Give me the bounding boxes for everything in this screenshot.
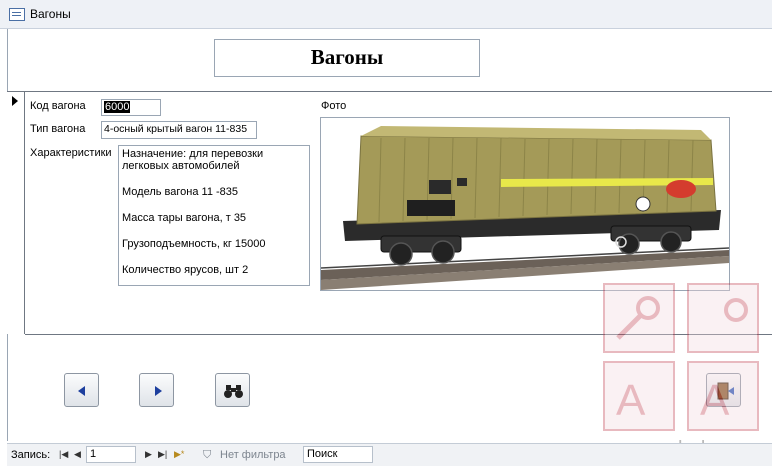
new-record-icon[interactable]: ▶* [174, 449, 184, 460]
title-bar: Вагоны [0, 0, 772, 29]
specs-field[interactable]: Назначение: для перевозки легковых автом… [118, 145, 310, 286]
funnel-icon: ⛉ [203, 449, 212, 461]
railway-covered-wagon-image [321, 126, 729, 290]
previous-record-button[interactable] [64, 373, 99, 407]
triangle-right-icon [155, 386, 162, 396]
specs-line: Количество ярусов, шт 2 [122, 264, 249, 276]
next-record-button[interactable] [139, 373, 174, 407]
wagon-photo [320, 117, 730, 291]
next-record-icon[interactable]: ▶ [145, 449, 152, 460]
code-label: Код вагона [30, 100, 86, 112]
photo-label: Фото [321, 100, 347, 112]
specs-line: Масса тары вагона, т 35 [122, 212, 247, 224]
svg-text:A: A [700, 376, 730, 425]
specs-line: легковых автомобилей [122, 160, 240, 172]
specs-line: Модель вагона 11 -835 [122, 186, 239, 198]
record-navigation-bar: Запись: |◀ ◀ 1 ▶ ▶| ▶* ⛉ Нет фильтра Пои… [7, 443, 772, 466]
specs-line: Грузоподъемность, кг 15000 [122, 238, 266, 250]
form-heading: Вагоны [214, 39, 480, 77]
specs-label: Характеристики [30, 147, 112, 159]
code-value: 6000 [104, 101, 131, 113]
find-record-button[interactable] [215, 373, 250, 407]
type-field[interactable]: 4-осный крытый вагон 11-835 [101, 121, 257, 139]
binoculars-icon [224, 385, 243, 398]
code-field[interactable]: 6000 [101, 99, 161, 116]
window-title: Вагоны [30, 7, 71, 21]
last-record-icon[interactable]: ▶| [158, 449, 167, 460]
record-label: Запись: [11, 449, 51, 461]
previous-record-icon[interactable]: ◀ [74, 449, 81, 460]
record-selector[interactable] [7, 92, 25, 334]
svg-text:A: A [616, 376, 646, 425]
current-record-icon [12, 96, 18, 106]
first-record-icon[interactable]: |◀ [59, 449, 68, 460]
record-number-field[interactable]: 1 [86, 446, 136, 463]
filter-status[interactable]: Нет фильтра [220, 449, 286, 461]
type-label: Тип вагона [30, 123, 86, 135]
specs-line: Назначение: для перевозки [122, 148, 264, 160]
search-input[interactable]: Поиск [303, 446, 373, 463]
form-icon [9, 8, 25, 21]
triangle-left-icon [78, 386, 85, 396]
